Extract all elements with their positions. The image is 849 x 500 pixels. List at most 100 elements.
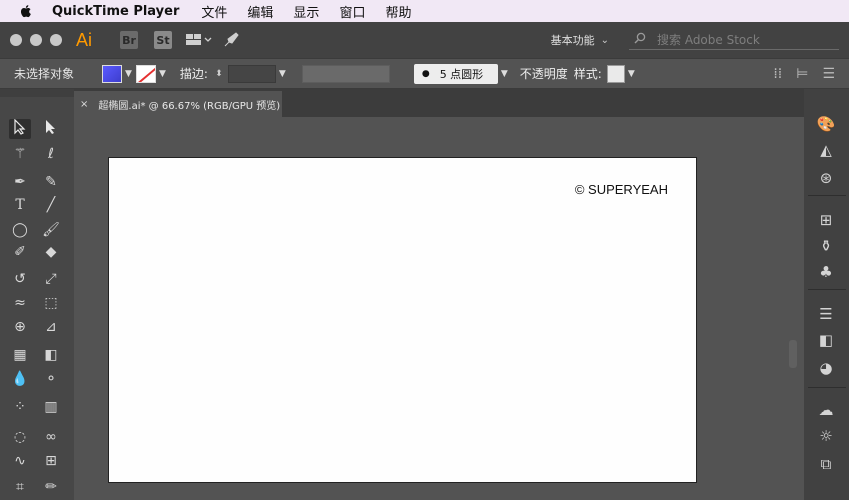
- eraser-tool-icon[interactable]: ◆: [40, 242, 62, 262]
- menu-window[interactable]: 窗口: [339, 2, 365, 21]
- document-tab-bar: × 超椭圆.ai* @ 66.67% (RGB/GPU 预览): [74, 89, 804, 117]
- chevron-down-icon[interactable]: ▼: [501, 69, 508, 79]
- blend-tool-icon[interactable]: ⚬: [40, 369, 62, 389]
- artboards-panel-icon[interactable]: ⧉: [812, 453, 840, 475]
- panel-divider: [808, 289, 846, 290]
- document-tab[interactable]: × 超椭圆.ai* @ 66.67% (RGB/GPU 预览): [74, 91, 282, 117]
- bridge-label: Br: [122, 33, 136, 47]
- hand-tool-icon[interactable]: ∿: [9, 451, 31, 471]
- chevron-down-icon[interactable]: ▼: [159, 69, 166, 79]
- direct-selection-tool-icon[interactable]: [40, 119, 62, 139]
- recolor-icon[interactable]: ⊛: [812, 167, 840, 189]
- panel-menu-icon[interactable]: ☰: [822, 66, 835, 82]
- pen-tool-icon[interactable]: ✒: [9, 172, 31, 192]
- brush-definition-select[interactable]: ● 5 点圆形: [413, 63, 498, 84]
- column-graph-tool-icon[interactable]: ▥: [40, 397, 62, 417]
- chevron-down-icon[interactable]: ▼: [125, 69, 132, 79]
- magic-wand-tool-icon[interactable]: ⚚: [9, 144, 31, 164]
- color-palette-icon[interactable]: 🎨: [812, 113, 840, 135]
- align-grid-icon[interactable]: ⁞⁞: [773, 66, 782, 82]
- zoom-tool-icon[interactable]: ⊞: [40, 451, 62, 471]
- creative-cloud-libraries-icon[interactable]: ☁: [812, 399, 840, 421]
- vertical-scrollbar[interactable]: [789, 340, 797, 368]
- control-bar-right: ⁞⁞ ⊨ ☰: [759, 66, 849, 82]
- transparency-panel-icon[interactable]: ◕: [812, 357, 840, 379]
- adobe-stock-search[interactable]: 搜索 Adobe Stock: [629, 30, 839, 50]
- swatches-icon[interactable]: ⊞: [812, 209, 840, 231]
- opacity-link[interactable]: 不透明度: [520, 65, 568, 82]
- copyright-text: © SUPERYEAH: [574, 182, 668, 197]
- zoom-window-button[interactable]: [50, 34, 62, 46]
- control-bar: 未选择对象 ▼ ▼ 描边: ⬍ ▼ ● 5 点圆形 ▼ 不透明度 样式: ▼ ⁞…: [0, 58, 849, 89]
- graphic-style-swatch[interactable]: [606, 64, 625, 83]
- mesh-tool-icon[interactable]: ▦: [9, 345, 31, 365]
- appearance-icon[interactable]: ☼: [812, 425, 840, 447]
- stroke-weight-stepper[interactable]: ⬍: [212, 65, 226, 83]
- brushes-icon[interactable]: ⚱: [812, 235, 840, 257]
- canvas-area[interactable]: © SUPERYEAH: [74, 117, 804, 500]
- color-guide-icon[interactable]: ◭: [812, 139, 840, 161]
- slice-tool-icon[interactable]: ∞: [40, 427, 62, 447]
- document-tab-title: 超椭圆.ai* @ 66.67% (RGB/GPU 预览): [98, 100, 281, 112]
- stroke-weight-input[interactable]: [227, 64, 276, 83]
- width-tool-icon[interactable]: ≈: [9, 293, 31, 313]
- chevron-down-icon[interactable]: ▼: [628, 69, 635, 79]
- lasso-tool-icon[interactable]: ℓ: [40, 144, 62, 164]
- arrange-documents-icon[interactable]: [184, 31, 214, 49]
- shaper-tool-icon[interactable]: ✐: [9, 242, 31, 262]
- scale-tool-icon[interactable]: ⤢: [40, 269, 62, 289]
- type-tool-icon[interactable]: T: [9, 195, 31, 215]
- gradient-tool-icon[interactable]: ◧: [40, 345, 62, 365]
- app-menu-quicktime[interactable]: QuickTime Player: [52, 4, 179, 19]
- minimize-window-button[interactable]: [30, 34, 42, 46]
- menu-file[interactable]: 文件: [201, 2, 227, 21]
- toolbar-collapse-bar[interactable]: [0, 89, 74, 97]
- mac-menu-bar: QuickTime Player 文件 编辑 显示 窗口 帮助: [0, 0, 849, 22]
- gradient-panel-icon[interactable]: ◧: [812, 329, 840, 351]
- workspace-switcher[interactable]: 基本功能: [551, 32, 595, 48]
- stock-icon[interactable]: St: [154, 31, 172, 49]
- close-icon[interactable]: ×: [80, 99, 88, 110]
- illustrator-logo: Ai: [76, 29, 93, 50]
- chevron-down-icon[interactable]: ⌄: [601, 35, 609, 46]
- fill-color-swatch[interactable]: [102, 64, 123, 83]
- chevron-down-icon[interactable]: ▼: [279, 69, 286, 79]
- artboard-tool-icon[interactable]: ◌: [9, 427, 31, 447]
- selection-tool-icon[interactable]: [9, 118, 31, 139]
- artboard[interactable]: © SUPERYEAH: [108, 157, 697, 483]
- panel-divider: [808, 387, 846, 388]
- selection-status: 未选择对象: [14, 67, 75, 81]
- menu-edit[interactable]: 编辑: [247, 2, 273, 21]
- right-panel-dock: 🎨 ◭ ⊛ ⊞ ⚱ ♣ ☰ ◧ ◕ ☁ ☼ ⧉: [804, 89, 849, 500]
- close-window-button[interactable]: [10, 34, 22, 46]
- gpu-performance-icon[interactable]: [222, 31, 240, 49]
- symbol-sprayer-tool-icon[interactable]: ⁘: [9, 397, 31, 417]
- menu-view[interactable]: 显示: [293, 2, 319, 21]
- transform-icon[interactable]: ⊨: [796, 66, 808, 82]
- rotate-tool-icon[interactable]: ↺: [9, 269, 31, 289]
- free-transform-tool-icon[interactable]: ⬚: [40, 293, 62, 313]
- search-icon: [631, 32, 651, 47]
- bridge-icon[interactable]: Br: [120, 31, 138, 49]
- stroke-panel-icon[interactable]: ☰: [812, 303, 840, 325]
- stroke-label: 描边:: [179, 67, 208, 81]
- crop-tool-icon[interactable]: ⌗: [9, 477, 31, 497]
- line-segment-tool-icon[interactable]: ╱: [40, 195, 62, 215]
- curvature-tool-icon[interactable]: ✎: [40, 172, 62, 192]
- search-input[interactable]: 搜索 Adobe Stock: [657, 31, 760, 48]
- variable-width-profile[interactable]: [301, 64, 390, 83]
- ellipse-tool-icon[interactable]: ◯: [9, 220, 31, 240]
- eyedropper-alt-icon[interactable]: ✏: [40, 477, 62, 497]
- stock-label: St: [156, 33, 170, 47]
- symbols-icon[interactable]: ♣: [812, 261, 840, 283]
- perspective-grid-tool-icon[interactable]: ⊿: [40, 317, 62, 337]
- menu-help[interactable]: 帮助: [385, 2, 411, 21]
- brush-dot-icon: ●: [421, 68, 430, 79]
- eyedropper-tool-icon[interactable]: 💧: [9, 369, 31, 389]
- brush-label: 5 点圆形: [439, 67, 484, 81]
- stroke-color-swatch[interactable]: [135, 64, 156, 83]
- shape-builder-tool-icon[interactable]: ⊕: [9, 317, 31, 337]
- paintbrush-tool-icon[interactable]: 🖌: [40, 220, 62, 240]
- apple-icon[interactable]: [18, 3, 34, 19]
- panel-divider: [808, 195, 846, 196]
